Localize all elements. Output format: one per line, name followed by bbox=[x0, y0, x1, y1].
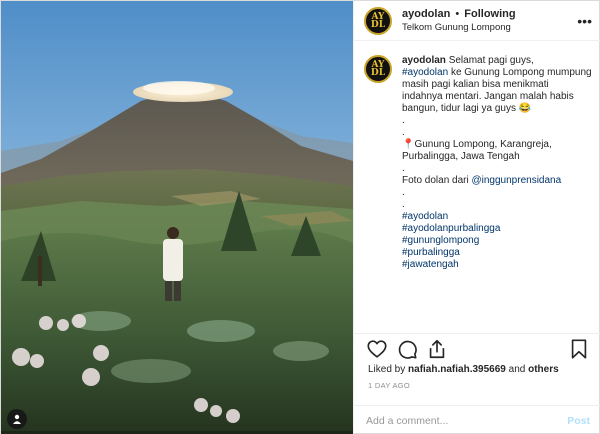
caption-dot: . bbox=[402, 115, 405, 126]
share-icon[interactable] bbox=[426, 338, 448, 360]
mention-link[interactable]: @inggunprensidana bbox=[472, 175, 562, 186]
likes-summary: Liked by nafiah.nafiah.395669 and others bbox=[368, 364, 559, 375]
caption-dot: . bbox=[402, 187, 405, 198]
mountain-landscape-image bbox=[1, 1, 353, 434]
avatar[interactable]: AY DL bbox=[364, 6, 392, 35]
heart-icon[interactable] bbox=[366, 338, 388, 360]
caption-dot: . bbox=[402, 199, 405, 210]
following-button[interactable]: Following bbox=[464, 8, 515, 20]
caption-avatar[interactable]: AY DL bbox=[364, 55, 392, 83]
post-photo[interactable] bbox=[1, 1, 353, 434]
user-tag-icon[interactable] bbox=[7, 409, 27, 429]
separator: • bbox=[455, 7, 460, 20]
caption-location: Gunung Lompong, Karangreja, Purbalingga,… bbox=[402, 139, 552, 162]
person-icon bbox=[13, 414, 21, 424]
caption-text-1: Selamat pagi guys, bbox=[448, 55, 534, 66]
instagram-post: AY DL ayodolan • Following Telkom Gunung … bbox=[0, 0, 600, 434]
more-horizontal-icon[interactable]: ••• bbox=[574, 13, 592, 29]
caption-credit-text: Foto dolan dari bbox=[402, 175, 469, 186]
action-bar bbox=[354, 333, 600, 363]
hashtag-link[interactable]: #gununglompong bbox=[402, 235, 592, 247]
comment-bar: Post bbox=[354, 405, 600, 434]
header-names: ayodolan • Following Telkom Gunung Lompo… bbox=[402, 8, 574, 34]
caption-author[interactable]: ayodolan bbox=[402, 55, 446, 66]
caption-dot: . bbox=[402, 127, 405, 138]
likes-suffix: and bbox=[508, 364, 526, 375]
post-header: AY DL ayodolan • Following Telkom Gunung … bbox=[354, 1, 600, 41]
post-side-panel: AY DL ayodolan • Following Telkom Gunung … bbox=[353, 1, 600, 434]
caption-dot: . bbox=[402, 163, 405, 174]
hashtag-link[interactable]: #ayodolan bbox=[402, 67, 448, 78]
caption-block: AY DL ayodolan Selamat pagi guys, #ayodol… bbox=[354, 55, 600, 271]
likes-others-link[interactable]: others bbox=[528, 364, 559, 375]
avatar-logo: AY DL bbox=[370, 60, 386, 78]
comment-icon[interactable] bbox=[396, 338, 418, 360]
location-pin-icon: 📍 bbox=[402, 139, 415, 150]
location-link[interactable]: Telkom Gunung Lompong bbox=[402, 21, 574, 34]
avatar-logo: AY DL bbox=[370, 11, 386, 30]
hashtag-link[interactable]: #purbalingga bbox=[402, 247, 592, 259]
hashtag-link[interactable]: #ayodolanpurbalingga bbox=[402, 223, 592, 235]
header-user-line: ayodolan • Following bbox=[402, 8, 574, 21]
likes-prefix: Liked by bbox=[368, 364, 406, 375]
caption-text: ayodolan Selamat pagi guys, #ayodolan ke… bbox=[402, 55, 592, 271]
comment-input[interactable] bbox=[366, 414, 568, 427]
bookmark-icon[interactable] bbox=[568, 338, 590, 360]
hashtag-link[interactable]: #jawatengah bbox=[402, 259, 592, 271]
hashtag-link[interactable]: #ayodolan bbox=[402, 211, 592, 223]
likes-user-link[interactable]: nafiah.nafiah.395669 bbox=[408, 364, 506, 375]
post-comment-button[interactable]: Post bbox=[567, 415, 590, 427]
username[interactable]: ayodolan bbox=[402, 8, 450, 20]
post-timestamp[interactable]: 1 DAY AGO bbox=[368, 381, 410, 390]
